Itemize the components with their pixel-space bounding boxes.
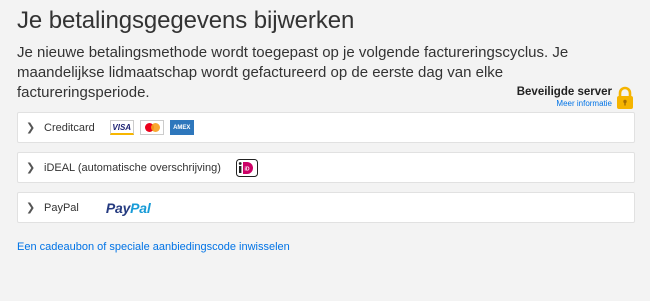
payment-option-label: PayPal (44, 201, 79, 214)
visa-logo: VISA (109, 120, 134, 135)
mastercard-logo (139, 120, 164, 135)
payment-option-label: Creditcard (44, 121, 95, 134)
amex-logo: AMEX (169, 120, 194, 135)
payment-option-ideal[interactable]: ❯ iDEAL (automatische overschrijving) iD (17, 152, 635, 183)
payment-option-paypal[interactable]: ❯ PayPal PayPal (17, 192, 635, 223)
chevron-right-icon: ❯ (26, 162, 36, 174)
secure-server-badge: Beveiligde server Meer informatie (517, 86, 634, 112)
redeem-voucher-link[interactable]: Een cadeaubon of speciale aanbiedingscod… (17, 241, 290, 253)
more-info-link[interactable]: Meer informatie (517, 99, 612, 109)
page-title: Je betalingsgegevens bijwerken (17, 7, 355, 34)
secure-server-label: Beveiligde server (516, 86, 612, 98)
payment-option-label: iDEAL (automatische overschrijving) (44, 161, 221, 174)
paypal-logo-pal: Pal (130, 199, 151, 216)
ideal-logo-text: iD (244, 166, 249, 172)
chevron-right-icon: ❯ (26, 202, 36, 214)
card-logos: VISA AMEX (109, 120, 194, 135)
chevron-right-icon: ❯ (26, 122, 36, 134)
ideal-logo: iD (235, 158, 258, 177)
paypal-logo: PayPal (106, 200, 151, 216)
payment-option-creditcard[interactable]: ❯ Creditcard VISA AMEX (17, 112, 635, 143)
lock-icon (617, 86, 633, 109)
paypal-logo-pay: Pay (105, 199, 131, 216)
